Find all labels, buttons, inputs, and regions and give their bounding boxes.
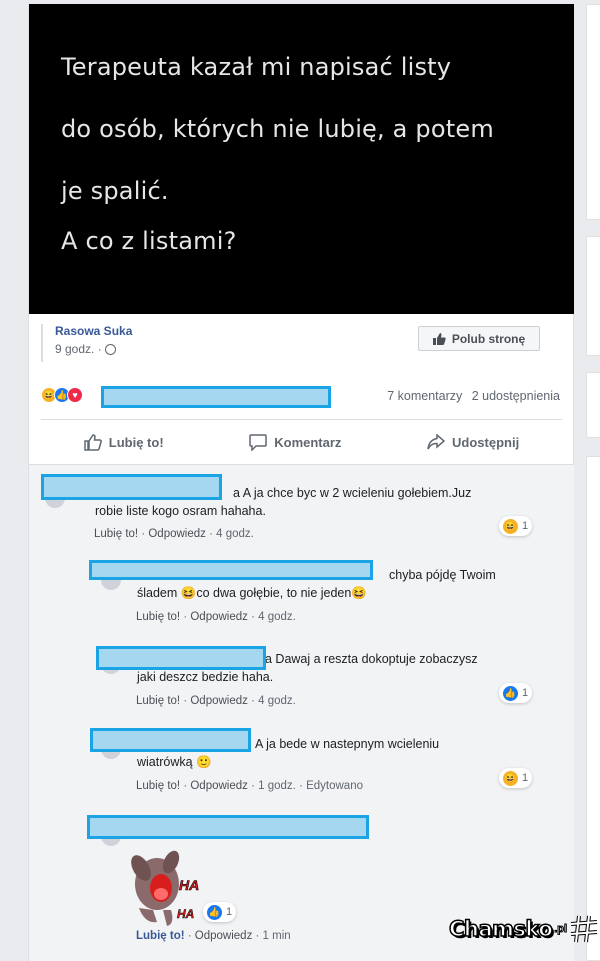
comment-icon xyxy=(249,433,267,451)
post-counts: 7 komentarzy 2 udostępnienia xyxy=(381,389,560,403)
comment-reactions[interactable]: 😆 1 xyxy=(499,768,533,788)
comment-meta: Lubię to! · Odpowiedz · 1 min xyxy=(136,930,291,942)
comment-meta: Lubię to! · Odpowiedz · 4 godz. xyxy=(136,611,296,623)
watermark-text: Chamsko xyxy=(448,916,553,942)
page-name-link[interactable]: Rasowa Suka xyxy=(55,324,132,338)
love-reaction-icon: ♥ xyxy=(67,387,83,403)
comment-like-link[interactable]: Lubię to! xyxy=(136,780,180,792)
comment-reply-link[interactable]: Odpowiedz xyxy=(190,695,248,707)
thumbs-up-icon xyxy=(432,332,446,345)
svg-text:HA: HA xyxy=(179,877,199,893)
comment-time[interactable]: · 4 godz. xyxy=(251,695,296,707)
comment-reactions[interactable]: 😆 1 xyxy=(499,516,533,536)
like-reaction-icon: 👍 xyxy=(503,685,518,701)
like-page-label: Polub stronę xyxy=(451,331,526,346)
haha-reaction-icon: 😆 xyxy=(503,518,518,534)
comment-reactions[interactable]: 👍 1 xyxy=(203,902,237,922)
comment-like-link[interactable]: Lubię to! xyxy=(94,528,138,540)
right-sidebar-card xyxy=(586,236,600,356)
redacted-names xyxy=(101,386,331,408)
comment-like-link[interactable]: Lubię to! xyxy=(136,611,180,623)
redacted-commenter-name xyxy=(90,728,251,752)
comment-meta: Lubię to! · Odpowiedz · 4 godz. xyxy=(136,695,296,707)
like-page-button[interactable]: Polub stronę xyxy=(418,326,540,351)
comment-time[interactable]: · 4 godz. xyxy=(251,611,296,623)
comment-text-line: robie liste kogo osram hahaha. xyxy=(95,504,266,518)
post-card: Terapeuta kazał mi napisać listy do osób… xyxy=(28,4,574,961)
right-sidebar-card xyxy=(586,4,600,220)
redacted-commenter-name xyxy=(41,474,222,500)
share-label: Udostępnij xyxy=(452,434,520,450)
comment-meta: Lubię to! · Odpowiedz · 1 godz. · Edytow… xyxy=(136,780,363,792)
edited-label[interactable]: · Edytowano xyxy=(299,780,363,792)
comment-text-line: wiatrówką 🙂 xyxy=(137,753,525,771)
post-header: Rasowa Suka 9 godz. · xyxy=(41,324,132,362)
comment-text-line: jaki deszcz bedzie haha. xyxy=(137,670,274,684)
right-sidebar-card xyxy=(586,372,600,438)
reactions-summary[interactable]: 😆 👍 ♥ xyxy=(41,387,83,403)
svg-text:HA: HA xyxy=(177,907,194,921)
redacted-commenter-name xyxy=(87,815,369,839)
laughing-emoji-icon: 😆 xyxy=(180,586,197,600)
comment-text-part: co dwa gołębie, to nie jeden xyxy=(196,586,352,600)
haha-sticker[interactable]: HA HA xyxy=(127,846,209,930)
comment-reply-link[interactable]: Odpowiedz xyxy=(190,780,248,792)
comment-time[interactable]: · 1 min xyxy=(256,930,291,942)
reaction-count: 1 xyxy=(522,687,529,699)
image-text-line: Terapeuta kazał mi napisać listy xyxy=(61,53,452,81)
share-button[interactable]: Udostępnij xyxy=(427,434,519,450)
reaction-count: 1 xyxy=(522,520,529,532)
like-button[interactable]: Lubię to! xyxy=(84,433,164,451)
comment-time[interactable]: · 1 godz. xyxy=(251,780,296,792)
comments-count-link[interactable]: 7 komentarzy xyxy=(387,389,462,403)
reaction-count: 1 xyxy=(226,906,233,918)
laughing-emoji-icon: 😆 xyxy=(351,586,367,600)
haha-reaction-icon: 😆 xyxy=(503,770,518,786)
share-icon xyxy=(427,434,446,450)
redacted-commenter-name xyxy=(89,560,373,580)
comment-meta: Lubię to! · Odpowiedz · 4 godz. xyxy=(94,528,254,540)
comment-button[interactable]: Komentarz xyxy=(249,433,342,451)
globe-icon xyxy=(104,343,116,355)
comment-text-part: śladem xyxy=(137,586,178,600)
reaction-count: 1 xyxy=(522,772,529,784)
comment-time[interactable]: · 4 godz. xyxy=(209,528,254,540)
comment-like-link[interactable]: Lubię to! xyxy=(136,930,185,942)
comment-reply-link[interactable]: Odpowiedz xyxy=(148,528,206,540)
facebook-page: Terapeuta kazał mi napisać listy do osób… xyxy=(0,0,600,961)
comment-reply-link[interactable]: Odpowiedz xyxy=(195,930,253,942)
smiley-emoji-icon: 🙂 xyxy=(196,755,212,769)
redacted-commenter-name xyxy=(96,646,266,670)
like-reaction-icon: 👍 xyxy=(207,904,222,920)
image-text-line: je spalić. xyxy=(61,177,169,205)
like-label: Lubię to! xyxy=(108,434,164,450)
post-timestamp[interactable]: 9 godz. · xyxy=(55,342,132,356)
comment-reactions[interactable]: 👍 1 xyxy=(499,683,533,703)
post-image[interactable]: Terapeuta kazał mi napisać listy do osób… xyxy=(29,4,574,314)
comment-text-part: wiatrówką xyxy=(137,755,193,769)
hashtag-logo-icon xyxy=(570,915,598,943)
comment-text-line: śladem 😆co dwa gołębie, to nie jeden😆 xyxy=(137,584,525,602)
comment-label: Komentarz xyxy=(274,434,342,450)
shares-count-link[interactable]: 2 udostępnienia xyxy=(472,389,560,403)
post-time-text: 9 godz. · xyxy=(55,342,102,356)
comment-like-link[interactable]: Lubię to! xyxy=(136,695,180,707)
divider xyxy=(41,419,562,420)
image-text-line: A co z listami? xyxy=(61,227,237,255)
watermark-suffix: .pl xyxy=(554,923,568,936)
thumbs-up-outline-icon xyxy=(84,433,102,451)
comment-reply-link[interactable]: Odpowiedz xyxy=(190,611,248,623)
chamsko-watermark: Chamsko .pl xyxy=(448,914,599,944)
post-actions-bar: Lubię to! Komentarz Udostępnij xyxy=(41,424,562,460)
right-sidebar-card xyxy=(586,456,600,961)
image-text-line: do osób, których nie lubię, a potem xyxy=(61,115,494,143)
